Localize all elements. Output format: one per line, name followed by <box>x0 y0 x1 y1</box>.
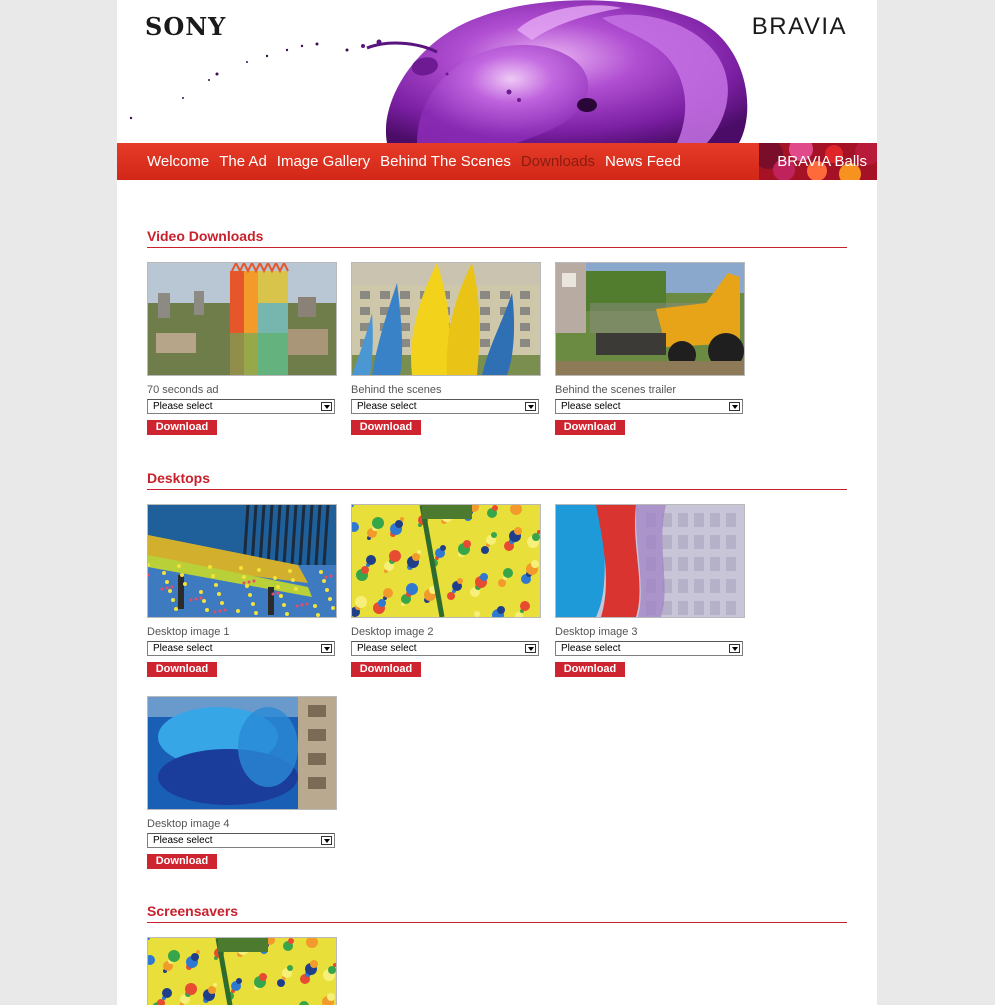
select-value: Please select <box>561 401 621 412</box>
format-select[interactable]: Please select <box>555 641 743 656</box>
thumbnail-image[interactable] <box>555 262 745 376</box>
thumbnail-image[interactable] <box>351 504 541 618</box>
main-nav: Welcome The Ad Image Gallery Behind The Sce… <box>117 143 877 180</box>
dropdown-arrow-icon[interactable] <box>525 402 536 411</box>
dropdown-arrow-icon[interactable] <box>321 644 332 653</box>
thumbnail-image[interactable] <box>147 937 337 1005</box>
bravia-balls-link[interactable]: BRAVIA Balls <box>777 143 867 180</box>
download-button[interactable]: Download <box>147 662 217 677</box>
dropdown-arrow-icon[interactable] <box>321 836 332 845</box>
section-title-video-downloads: Video Downloads <box>147 228 264 244</box>
section-divider <box>147 489 847 490</box>
format-select[interactable]: Please select <box>147 833 335 848</box>
item-label: Desktop image 1 <box>147 626 230 638</box>
nav-item-the-ad[interactable]: The Ad <box>219 153 267 170</box>
bravia-logo[interactable]: BRAVIA <box>752 13 847 41</box>
section-divider <box>147 922 847 923</box>
section-title-desktops: Desktops <box>147 470 211 486</box>
nav-item-downloads[interactable]: Downloads <box>521 153 595 170</box>
nav-items: Welcome The Ad Image Gallery Behind The Sce… <box>147 143 691 180</box>
dropdown-arrow-icon[interactable] <box>729 402 740 411</box>
thumbnail-image[interactable] <box>147 504 337 618</box>
download-button[interactable]: Download <box>555 662 625 677</box>
thumbnail-image[interactable] <box>555 504 745 618</box>
format-select[interactable]: Please select <box>351 641 539 656</box>
download-button[interactable]: Download <box>147 854 217 869</box>
format-select[interactable]: Please select <box>147 399 335 414</box>
select-value: Please select <box>357 401 417 412</box>
item-label: 70 seconds ad <box>147 384 219 396</box>
dropdown-arrow-icon[interactable] <box>525 644 536 653</box>
download-button[interactable]: Download <box>147 420 217 435</box>
dropdown-arrow-icon[interactable] <box>729 644 740 653</box>
item-label: Desktop image 3 <box>555 626 638 638</box>
nav-item-news-feed[interactable]: News Feed <box>605 153 681 170</box>
format-select[interactable]: Please select <box>147 641 335 656</box>
nav-item-welcome[interactable]: Welcome <box>147 153 209 170</box>
download-button[interactable]: Download <box>351 662 421 677</box>
download-button[interactable]: Download <box>351 420 421 435</box>
select-value: Please select <box>357 643 417 654</box>
header-banner: SONY BRAVIA <box>117 0 877 143</box>
page-container: SONY BRAVIA Welcome The Ad Image Gallery Be… <box>117 0 877 1005</box>
nav-item-image-gallery[interactable]: Image Gallery <box>277 153 370 170</box>
format-select[interactable]: Please select <box>555 399 743 414</box>
select-value: Please select <box>561 643 621 654</box>
bravia-balls-promo[interactable]: BRAVIA Balls <box>759 143 877 180</box>
item-label: Behind the scenes trailer <box>555 384 677 396</box>
dropdown-arrow-icon[interactable] <box>321 402 332 411</box>
section-title-screensavers: Screensavers <box>147 903 239 919</box>
item-label: Desktop image 2 <box>351 626 434 638</box>
select-value: Please select <box>153 401 213 412</box>
thumbnail-image[interactable] <box>147 696 337 810</box>
format-select[interactable]: Please select <box>351 399 539 414</box>
item-label: Desktop image 4 <box>147 818 230 830</box>
select-value: Please select <box>153 835 213 846</box>
select-value: Please select <box>153 643 213 654</box>
thumbnail-image[interactable] <box>351 262 541 376</box>
item-label: Behind the scenes <box>351 384 442 396</box>
section-divider <box>147 247 847 248</box>
download-button[interactable]: Download <box>555 420 625 435</box>
thumbnail-image[interactable] <box>147 262 337 376</box>
sony-logo[interactable]: SONY <box>145 12 226 41</box>
nav-item-behind-the-scenes[interactable]: Behind The Scenes <box>380 153 511 170</box>
